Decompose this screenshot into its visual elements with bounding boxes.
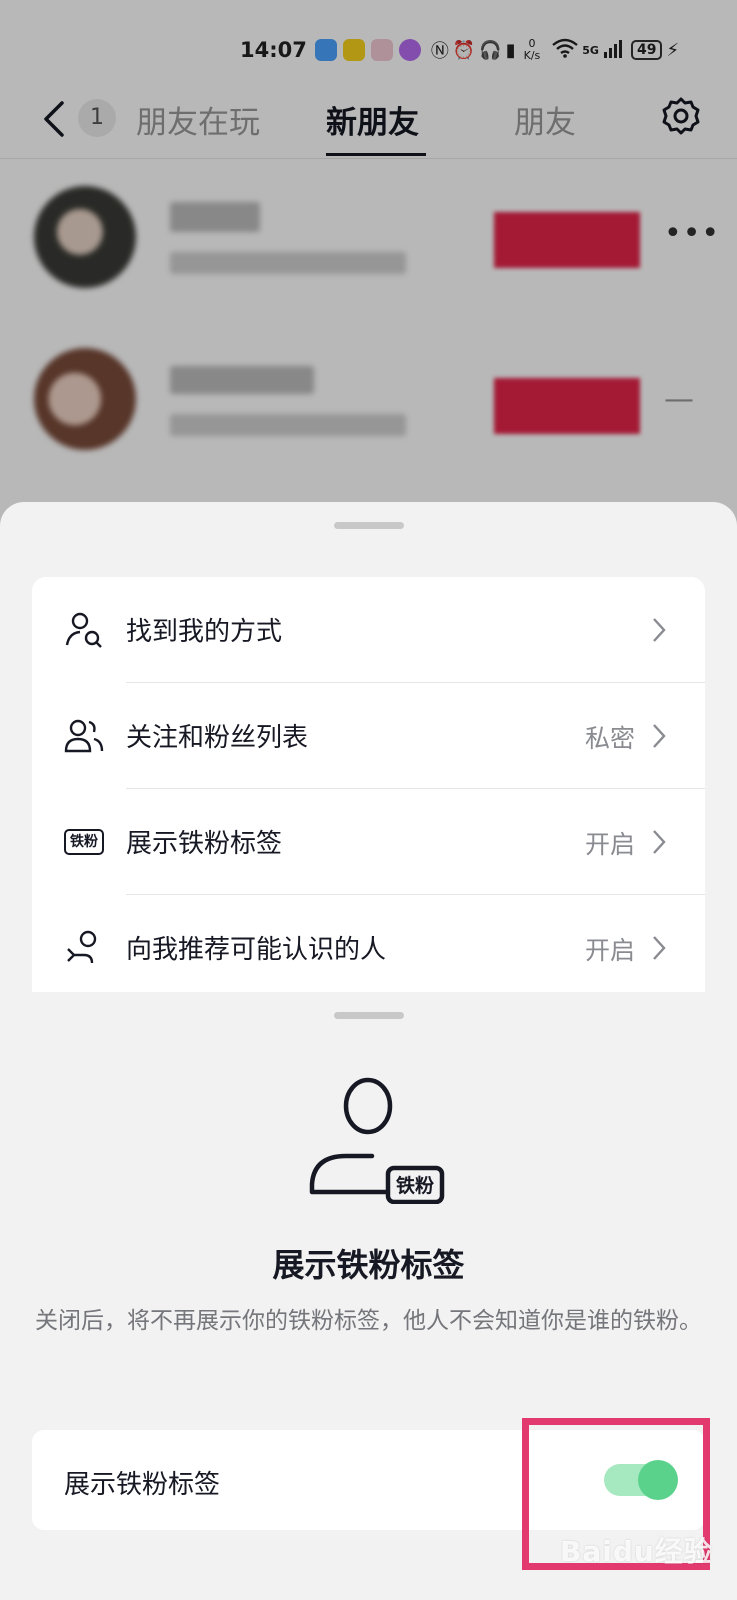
menu-item-label: 向我推荐可能认识的人: [126, 935, 387, 965]
menu-item-value: 开启: [584, 936, 635, 965]
menu-item-find-me[interactable]: 找到我的方式: [32, 577, 705, 683]
menu-item-label: 关注和粉丝列表: [126, 723, 309, 753]
chevron-right-icon: [653, 830, 666, 854]
icon-tag-text: 铁粉: [396, 1174, 434, 1197]
person-search-icon: [65, 612, 102, 648]
menu-item-recommend[interactable]: 向我推荐可能认识的人 开启: [32, 895, 705, 1001]
menu-item-label: 找到我的方式: [126, 617, 283, 647]
watermark: Baidu经验: [560, 1535, 713, 1568]
menu-item-value: 私密: [584, 724, 635, 753]
person-iron-fan-icon: 铁粉: [309, 1077, 445, 1204]
menu-item-label: 展示铁粉标签: [126, 829, 283, 859]
sheet-title: 展示铁粉标签: [272, 1246, 465, 1284]
sheet-description: 关闭后，将不再展示你的铁粉标签，他人不会知道你是谁的铁粉。: [35, 1308, 702, 1334]
people-icon: [64, 719, 104, 753]
sheet-drag-handle[interactable]: [333, 1012, 404, 1019]
menu-item-iron-fan-tag[interactable]: 铁粉 展示铁粉标签 开启: [32, 789, 705, 895]
iron-fan-tag-icon: 铁粉: [64, 829, 104, 855]
privacy-menu: 找到我的方式 关注和粉丝列表 私密 铁粉 展示铁粉标签 开启 向我推荐可能认识的…: [32, 577, 705, 1037]
menu-item-follow-list[interactable]: 关注和粉丝列表 私密: [32, 683, 705, 789]
person-recommend-icon: [67, 930, 97, 964]
chevron-right-icon: [653, 936, 666, 960]
chevron-right-icon: [653, 618, 666, 642]
chevron-right-icon: [653, 724, 666, 748]
menu-item-value: 开启: [584, 830, 635, 859]
sheet-drag-handle[interactable]: [333, 522, 404, 529]
toggle-label: 展示铁粉标签: [64, 1470, 221, 1500]
